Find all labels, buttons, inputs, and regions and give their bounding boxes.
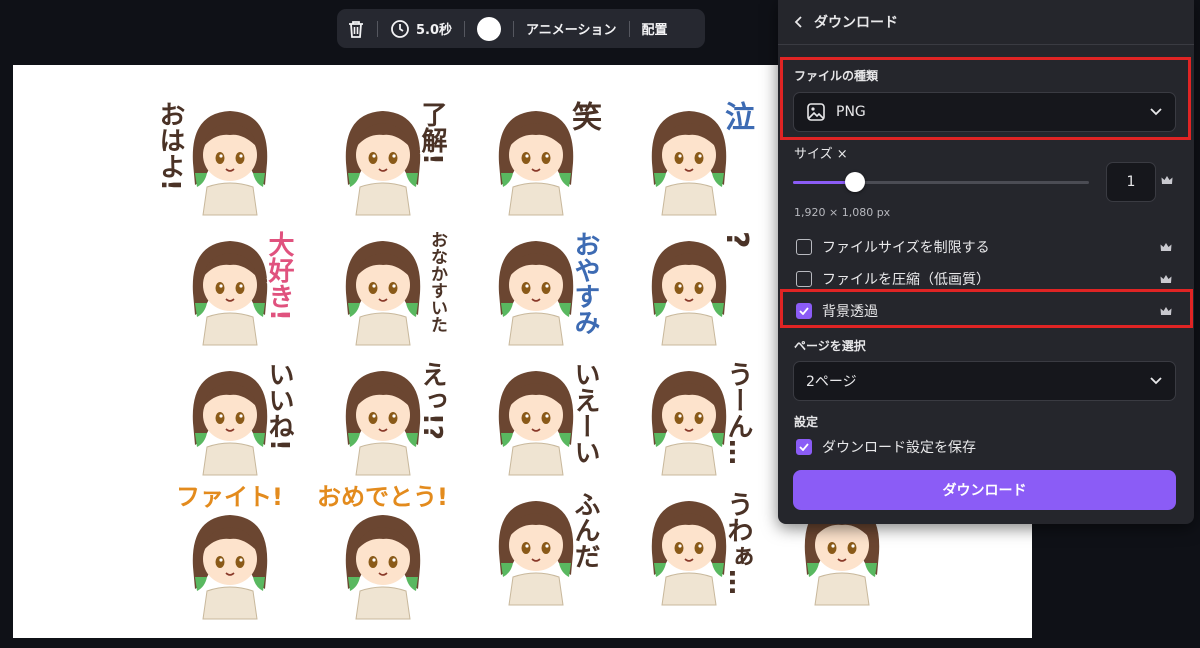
sticker-character <box>185 363 275 485</box>
sticker[interactable]: 大好き! <box>153 225 306 355</box>
option-checkbox[interactable] <box>796 303 812 319</box>
sticker[interactable]: 泣 <box>612 95 765 225</box>
option-checkbox[interactable] <box>796 239 812 255</box>
dimensions-text: 1,920 × 1,080 px <box>794 206 891 219</box>
size-label: サイズ × <box>794 147 848 162</box>
size-slider[interactable] <box>793 172 1089 192</box>
sticker-caption: 大好き! <box>264 231 294 321</box>
sticker[interactable]: 笑 <box>459 95 612 225</box>
download-button[interactable]: ダウンロード <box>793 470 1176 510</box>
panel-title: ダウンロード <box>814 15 898 31</box>
sticker[interactable]: うわぁ… <box>612 485 765 615</box>
sticker-character <box>338 507 428 629</box>
sticker-character <box>185 103 275 225</box>
sticker[interactable]: いいね! <box>153 355 306 485</box>
animation-button[interactable]: アニメーション <box>526 19 616 38</box>
delete-button[interactable] <box>347 19 365 39</box>
sticker[interactable]: ふんだ <box>459 485 612 615</box>
sticker[interactable]: 了解! <box>306 95 459 225</box>
option-checkbox[interactable] <box>796 271 812 287</box>
sticker-character <box>644 363 734 485</box>
sticker-caption: ふんだ <box>570 491 600 569</box>
save-settings-checkbox[interactable] <box>796 439 812 455</box>
crown-icon <box>1160 242 1172 251</box>
sticker-character <box>491 363 581 485</box>
image-icon <box>807 103 825 121</box>
sticker-caption: えっ!? <box>417 361 447 440</box>
floating-toolbar: 5.0秒 アニメーション 配置 <box>337 9 705 48</box>
sticker[interactable]: えっ!? <box>306 355 459 485</box>
file-type-value: PNG <box>836 104 866 120</box>
page-select-label: ページを選択 <box>794 339 866 353</box>
sticker-caption: うーん… <box>723 361 753 465</box>
save-settings-row[interactable]: ダウンロード設定を保存 <box>796 437 1172 457</box>
save-settings-label: ダウンロード設定を保存 <box>822 440 976 456</box>
duration-label: 5.0秒 <box>416 23 453 38</box>
sticker-caption: おやすみ <box>570 231 600 335</box>
sticker-caption: いいね! <box>264 361 294 451</box>
check-icon <box>799 443 809 451</box>
sticker-caption: うわぁ… <box>723 491 753 595</box>
sticker-caption: おなかすいた <box>427 231 447 333</box>
trash-icon <box>349 20 363 38</box>
color-button[interactable] <box>477 16 502 41</box>
sticker-character <box>491 493 581 615</box>
chevron-left-icon[interactable] <box>794 15 804 29</box>
option-label: ファイルサイズを制限する <box>822 240 990 256</box>
duration-button[interactable]: 5.0秒 <box>390 19 452 39</box>
option-row[interactable]: ファイルを圧縮（低画質） <box>796 269 1172 289</box>
check-icon <box>799 307 809 315</box>
sticker-character <box>644 493 734 615</box>
sticker[interactable]: いえーい <box>459 355 612 485</box>
crown-icon <box>1160 306 1172 315</box>
sticker[interactable]: おなかすいた <box>306 225 459 355</box>
sticker-character <box>338 363 428 485</box>
sticker[interactable]: おはよ! <box>153 95 306 225</box>
file-type-label: ファイルの種類 <box>794 69 879 83</box>
sticker-character <box>644 233 734 355</box>
sticker-character <box>185 507 275 629</box>
download-panel: ダウンロード ファイルの種類 PNG サイズ × 1 1,920 × 1,080… <box>778 0 1194 524</box>
sticker[interactable]: うーん… <box>612 355 765 485</box>
settings-label: 設定 <box>794 415 819 429</box>
toolbar-divider <box>464 20 466 37</box>
page-select-value: 2ページ <box>806 374 857 390</box>
sticker-caption: ファイト! <box>176 483 283 511</box>
size-input[interactable]: 1 <box>1106 162 1156 202</box>
sticker-caption: ? <box>719 231 754 249</box>
sticker-character <box>338 103 428 225</box>
chevron-down-icon <box>1150 108 1162 116</box>
crown-icon <box>1161 176 1173 184</box>
sticker-caption: 了解! <box>417 101 447 165</box>
sticker-character <box>185 233 275 355</box>
sticker[interactable]: おめでとう! <box>306 483 459 620</box>
option-row[interactable]: 背景透過 <box>796 301 1172 321</box>
sticker-character <box>338 233 428 355</box>
sticker-caption: おはよ! <box>155 101 185 191</box>
sticker-character <box>491 233 581 355</box>
sticker[interactable]: おやすみ <box>459 225 612 355</box>
position-button[interactable]: 配置 <box>642 19 668 38</box>
chevron-down-icon <box>1150 377 1162 385</box>
file-type-select[interactable]: PNG <box>793 92 1176 132</box>
page-select[interactable]: 2ページ <box>793 361 1176 401</box>
toolbar-divider <box>513 20 515 37</box>
sticker-caption: おめでとう! <box>317 483 448 511</box>
toolbar-divider <box>377 20 378 37</box>
color-swatch <box>477 16 502 41</box>
toolbar-divider <box>628 20 630 37</box>
slider-handle[interactable] <box>845 172 866 192</box>
sticker-caption: 笑 <box>566 101 601 131</box>
option-label: 背景透過 <box>822 304 878 320</box>
panel-header: ダウンロード <box>778 0 1194 45</box>
sticker[interactable]: ? <box>612 225 765 355</box>
sticker[interactable]: ファイト! <box>153 483 306 620</box>
sticker-caption: いえーい <box>570 361 600 465</box>
sticker-caption: 泣 <box>719 101 754 131</box>
option-label: ファイルを圧縮（低画質） <box>822 272 990 288</box>
crown-icon <box>1160 274 1172 283</box>
clock-icon <box>391 19 409 38</box>
option-row[interactable]: ファイルサイズを制限する <box>796 237 1172 257</box>
